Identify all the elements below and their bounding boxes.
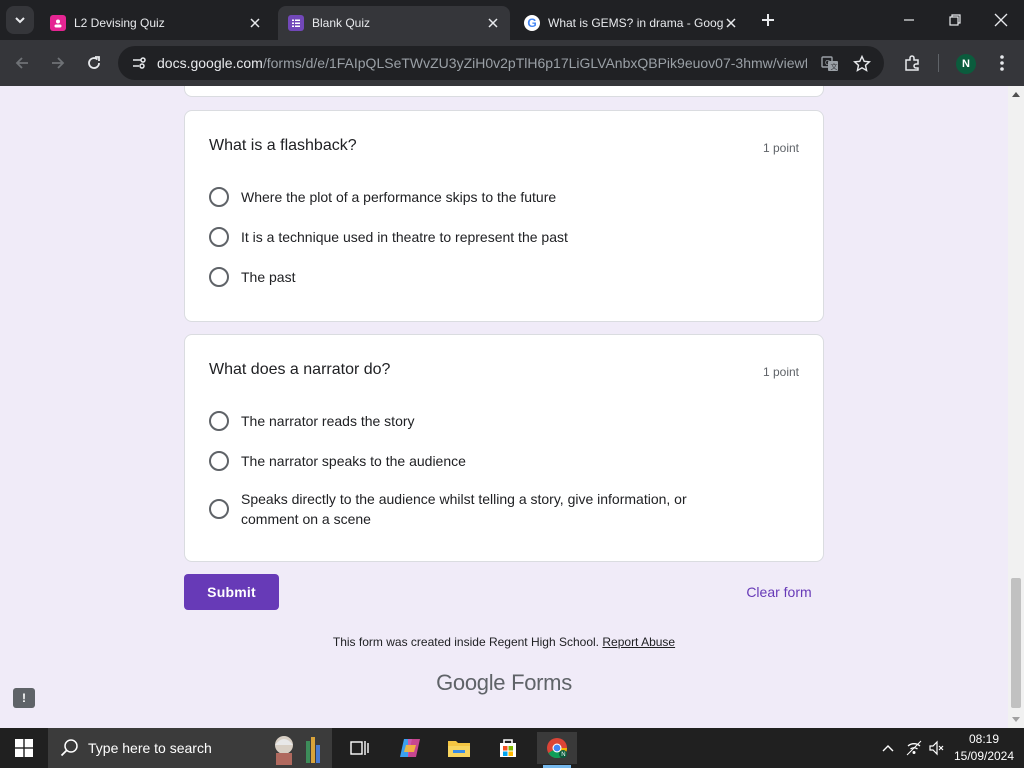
forms-pink-icon [50,15,66,31]
tab-title: L2 Devising Quiz [74,16,165,30]
close-icon[interactable] [246,14,264,32]
profile-avatar[interactable]: N [956,54,976,74]
option-label: The narrator speaks to the audience [241,453,466,469]
radio-button[interactable] [209,267,229,287]
radio-button[interactable] [209,187,229,207]
radio-option[interactable]: The past [209,267,799,287]
url-path: /forms/d/e/1FAIpQLSeTWvZU3yZiH0v2pTlH6p1… [262,55,807,71]
logo-google-text: Google [436,670,506,695]
minimize-icon [904,19,914,21]
taskbar-clock[interactable]: 08:19 15/09/2024 [950,731,1018,765]
close-icon[interactable] [722,14,740,32]
tab-title: What is GEMS? in drama - Goog [548,16,724,30]
radio-button[interactable] [209,499,229,519]
report-abuse-link[interactable]: Report Abuse [602,635,675,649]
start-button[interactable] [0,728,48,768]
radio-option[interactable]: It is a technique used in theatre to rep… [209,227,799,247]
reload-icon [88,56,100,69]
extensions-icon[interactable] [899,50,925,76]
site-info-icon[interactable] [128,52,150,74]
option-label: Speaks directly to the audience whilst t… [241,491,687,527]
google-g-icon: G [524,15,540,31]
forward-button[interactable] [44,49,72,77]
copilot-icon[interactable] [390,732,430,764]
search-placeholder: Type here to search [88,740,212,756]
forms-purple-icon [288,15,304,31]
close-icon[interactable] [484,14,502,32]
question-title: What is a flashback? [209,137,357,154]
minimize-button[interactable] [886,0,932,40]
close-icon [994,13,1008,27]
tab-blank-quiz[interactable]: Blank Quiz [278,6,510,40]
option-label: The past [241,269,296,285]
question-points: 1 point [762,365,799,379]
windows-taskbar: Type here to search N 08:19 15/09/2024 [0,728,1024,768]
url-text[interactable]: docs.google.com/forms/d/e/1FAIpQLSeTWvZU… [157,55,807,73]
page-scrollbar[interactable] [1008,86,1024,728]
google-forms-logo: Google Forms [0,670,1008,696]
windows-logo-icon [15,739,33,757]
taskbar-search[interactable]: Type here to search [48,728,332,768]
question-card: What does a narrator do? 1 point The nar… [184,334,824,562]
chevron-down-icon [15,17,25,24]
volume-muted-icon[interactable] [927,738,947,758]
radio-option[interactable]: Speaks directly to the audience whilst t… [209,489,769,529]
search-highlight-illustration-icon [275,736,320,765]
clock-date: 15/09/2024 [953,749,1015,763]
tab-l2-devising-quiz[interactable]: L2 Devising Quiz [40,6,272,40]
scroll-down-icon[interactable] [1008,712,1024,728]
option-label: Where the plot of a performance skips to… [241,189,557,205]
radio-option[interactable]: The narrator speaks to the audience [209,451,799,471]
radio-button[interactable] [209,227,229,247]
footer-text: This form was created inside Regent High… [332,635,600,649]
chevron-up-icon[interactable] [878,738,898,758]
submit-button[interactable]: Submit [184,574,279,610]
svg-text:文: 文 [831,62,838,71]
clock-time: 08:19 [968,732,1000,746]
more-menu-icon[interactable] [989,50,1015,76]
task-view-icon[interactable] [340,732,380,764]
arrow-left-icon [15,57,28,69]
radio-option[interactable]: The narrator reads the story [209,411,799,431]
tab-strip: L2 Devising Quiz Blank Quiz G What is GE… [0,0,1024,40]
clear-form-button[interactable]: Clear form [734,580,824,604]
back-button[interactable] [8,49,36,77]
scroll-up-icon[interactable] [1008,86,1024,102]
translate-icon[interactable]: G文 [818,52,842,76]
tab-search-button[interactable] [6,6,34,34]
scroll-thumb[interactable] [1011,578,1021,708]
radio-button[interactable] [209,451,229,471]
file-explorer-icon[interactable] [439,732,479,764]
url-host: docs.google.com [157,55,263,71]
footer-note: This form was created inside Regent High… [0,635,1008,649]
bookmark-star-icon[interactable] [850,52,874,76]
previous-question-card [184,86,824,97]
toolbar-divider [938,54,939,72]
tab-gems-search[interactable]: G What is GEMS? in drama - Goog [516,6,748,40]
new-tab-button[interactable] [756,8,780,32]
question-title: What does a narrator do? [209,361,391,378]
tab-title: Blank Quiz [312,16,371,30]
close-window-button[interactable] [978,0,1024,40]
svg-text:N: N [561,752,565,758]
question-card: What is a flashback? 1 point Where the p… [184,110,824,322]
logo-forms-text: Forms [511,670,572,695]
feedback-icon[interactable]: ! [13,688,35,708]
radio-option[interactable]: Where the plot of a performance skips to… [209,187,799,207]
arrow-right-icon [52,57,65,69]
chrome-taskbar-icon[interactable]: N [537,732,577,768]
option-label: The narrator reads the story [241,413,415,429]
microsoft-store-icon[interactable] [488,732,528,764]
reload-button[interactable] [80,49,108,77]
restore-button[interactable] [932,0,978,40]
form-page: What is a flashback? 1 point Where the p… [0,86,1008,728]
search-icon [60,739,78,757]
radio-button[interactable] [209,411,229,431]
restore-icon [949,14,961,26]
option-label: It is a technique used in theatre to rep… [241,229,568,245]
plus-icon [762,14,774,26]
question-points: 1 point [762,141,799,155]
network-icon[interactable] [904,738,924,758]
